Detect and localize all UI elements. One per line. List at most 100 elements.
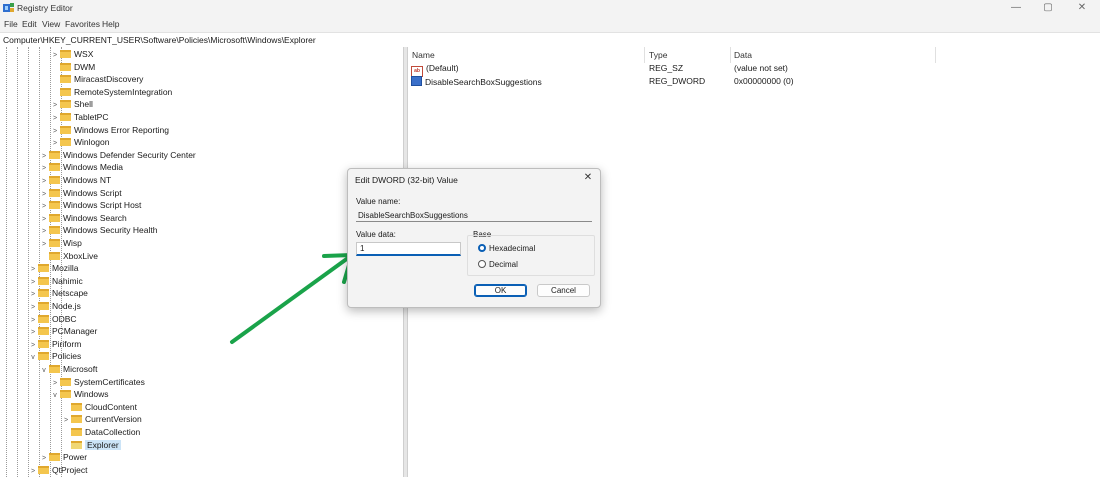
folder-icon xyxy=(49,163,60,172)
column-header-name[interactable]: Name xyxy=(412,50,435,60)
value-name-field: DisableSearchBoxSuggestions xyxy=(356,210,592,222)
tree-item-selected[interactable]: Explorer xyxy=(61,439,121,452)
tree-item-label: RemoteSystemIntegration xyxy=(74,86,173,97)
tree-item-label: ODBC xyxy=(52,313,77,324)
minimize-button[interactable]: — xyxy=(1004,1,1028,15)
value-data-input[interactable]: 1 xyxy=(356,242,461,256)
tree-item[interactable]: v Microsoft xyxy=(39,363,97,376)
tree-item[interactable]: > ODBC xyxy=(28,313,77,326)
tree-item[interactable]: > TabletPC xyxy=(50,111,109,124)
tree-item-label: CloudContent xyxy=(85,401,137,412)
tree-item[interactable]: > Nahimic xyxy=(28,275,83,288)
decimal-radio[interactable] xyxy=(478,260,486,268)
value-name-label: Value name: xyxy=(356,197,401,206)
tree-item[interactable]: > Piriform xyxy=(28,338,81,351)
tree-item[interactable]: DataCollection xyxy=(61,426,140,439)
value-row[interactable]: DisableSearchBoxSuggestions xyxy=(411,76,542,87)
address-bar[interactable]: Computer\HKEY_CURRENT_USER\Software\Poli… xyxy=(0,32,1100,48)
hexadecimal-option[interactable]: Hexadecimal xyxy=(478,244,535,253)
dialog-close-button[interactable]: ✕ xyxy=(582,172,594,183)
value-data: (value not set) xyxy=(734,63,788,73)
tree-item-label: Windows Search xyxy=(63,212,127,223)
tree-item-label: Winlogon xyxy=(74,137,110,148)
folder-icon xyxy=(60,87,71,96)
tree-item[interactable]: MiracastDiscovery xyxy=(50,73,143,86)
column-header-type[interactable]: Type xyxy=(649,50,667,60)
folder-icon xyxy=(60,125,71,134)
menu-favorites[interactable]: Favorites xyxy=(65,19,100,29)
hexadecimal-label: Hexadecimal xyxy=(489,244,536,253)
dialog-title: Edit DWORD (32-bit) Value xyxy=(355,175,458,185)
tree-item[interactable]: > Windows Script Host xyxy=(39,199,141,212)
tree-item[interactable]: > Windows Security Health xyxy=(39,224,158,237)
folder-icon xyxy=(49,176,60,184)
tree-item-label: SystemCertificates xyxy=(74,376,145,387)
address-path[interactable]: Computer\HKEY_CURRENT_USER\Software\Poli… xyxy=(3,35,316,45)
folder-icon xyxy=(49,239,60,247)
menu-file[interactable]: File xyxy=(4,19,18,29)
tree-item-label: Windows Script Host xyxy=(63,200,142,211)
close-window-button[interactable]: ✕ xyxy=(1070,1,1094,15)
tree-item[interactable]: > Windows Script xyxy=(39,187,122,200)
tree-item-label: WSX xyxy=(74,49,94,59)
tree-item[interactable]: > Node.js xyxy=(28,300,81,313)
column-header-data[interactable]: Data xyxy=(734,50,752,60)
tree-item-label: Windows NT xyxy=(63,175,112,185)
tree-item[interactable]: > CurrentVersion xyxy=(61,413,142,426)
tree-item[interactable]: > SystemCertificates xyxy=(50,376,145,389)
tree-item[interactable]: > Windows Search xyxy=(39,212,127,225)
tree-guide-line xyxy=(6,47,7,477)
tree-item[interactable]: CloudContent xyxy=(61,401,137,414)
tree-item[interactable]: v Policies xyxy=(28,350,81,363)
maximize-button[interactable]: ▢ xyxy=(1036,1,1060,15)
chevron-down-icon[interactable]: v xyxy=(39,365,49,378)
folder-icon xyxy=(49,213,60,222)
tree-item[interactable]: XboxLive xyxy=(39,250,98,263)
tree-item-label: Windows Defender Security Center xyxy=(63,149,196,160)
tree-item[interactable]: v Windows xyxy=(50,388,108,401)
menu-edit[interactable]: Edit xyxy=(22,19,37,29)
ok-button[interactable]: OK xyxy=(474,284,527,297)
decimal-label: Decimal xyxy=(489,260,518,269)
value-type: REG_DWORD xyxy=(649,76,706,86)
tree-item[interactable]: > Power xyxy=(39,451,87,464)
tree-item[interactable]: > Windows Error Reporting xyxy=(50,124,169,137)
folder-icon xyxy=(71,440,82,449)
folder-icon xyxy=(49,251,60,260)
tree-item[interactable]: > PCManager xyxy=(28,325,97,338)
tree-item[interactable]: > Windows Media xyxy=(39,161,123,174)
decimal-option[interactable]: Decimal xyxy=(478,260,518,269)
tree-item[interactable]: > Winlogon xyxy=(50,136,109,149)
tree-item[interactable]: > Shell xyxy=(50,98,93,111)
edit-dword-dialog: Edit DWORD (32-bit) Value ✕ Value name: … xyxy=(347,168,601,308)
tree-item[interactable]: > Wisp xyxy=(39,237,82,250)
column-divider[interactable] xyxy=(935,47,936,63)
tree-item[interactable]: DWM xyxy=(50,61,95,74)
value-row[interactable]: ab (Default) xyxy=(411,63,459,77)
folder-icon xyxy=(38,264,49,273)
tree-item[interactable]: > Windows Defender Security Center xyxy=(39,149,196,162)
folder-icon xyxy=(38,352,49,361)
folder-icon xyxy=(60,377,71,386)
tree-item-label: Microsoft xyxy=(63,364,98,374)
folder-icon xyxy=(38,339,49,348)
folder-icon xyxy=(49,226,60,235)
chevron-down-icon[interactable]: v xyxy=(50,390,60,403)
folder-icon xyxy=(60,138,71,147)
tree-item-label: Netscape xyxy=(52,288,88,299)
tree-item[interactable]: > Windows NT xyxy=(39,174,111,187)
tree-item[interactable]: > Mozilla xyxy=(28,262,79,275)
tree-item[interactable]: > Netscape xyxy=(28,287,88,300)
tree-item[interactable]: > QtProject xyxy=(28,464,87,477)
cancel-button[interactable]: Cancel xyxy=(537,284,590,297)
folder-icon xyxy=(38,302,49,310)
tree-item[interactable]: RemoteSystemIntegration xyxy=(50,86,172,99)
column-divider[interactable] xyxy=(730,47,731,63)
chevron-right-icon[interactable]: > xyxy=(28,466,38,477)
tree-item[interactable]: > WSX xyxy=(50,48,93,61)
column-divider[interactable] xyxy=(644,47,645,63)
menu-view[interactable]: View xyxy=(42,19,60,29)
menu-help[interactable]: Help xyxy=(102,19,119,29)
chevron-down-icon[interactable]: v xyxy=(28,352,38,365)
hexadecimal-radio[interactable] xyxy=(478,244,486,252)
